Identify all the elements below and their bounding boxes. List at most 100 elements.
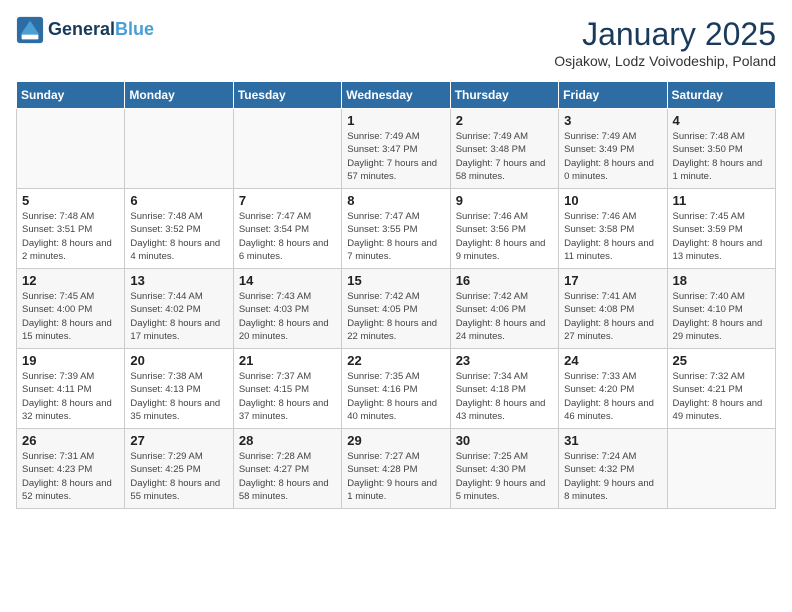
calendar-cell xyxy=(125,109,233,189)
day-info: Sunrise: 7:41 AM Sunset: 4:08 PM Dayligh… xyxy=(564,290,661,343)
day-number: 9 xyxy=(456,193,553,208)
calendar-cell: 1 Sunrise: 7:49 AM Sunset: 3:47 PM Daylig… xyxy=(342,109,450,189)
day-number: 10 xyxy=(564,193,661,208)
day-info: Sunrise: 7:49 AM Sunset: 3:49 PM Dayligh… xyxy=(564,130,661,183)
calendar-subtitle: Osjakow, Lodz Voivodeship, Poland xyxy=(554,53,776,69)
calendar-cell: 7Sunrise: 7:47 AM Sunset: 3:54 PM Daylig… xyxy=(233,189,341,269)
day-number: 17 xyxy=(564,273,661,288)
calendar-cell: 3 Sunrise: 7:49 AM Sunset: 3:49 PM Daylig… xyxy=(559,109,667,189)
calendar-cell: 16 Sunrise: 7:42 AM Sunset: 4:06 PM Dayli… xyxy=(450,269,558,349)
day-info: Sunrise: 7:25 AM Sunset: 4:30 PM Dayligh… xyxy=(456,450,553,503)
day-number: 13 xyxy=(130,273,227,288)
calendar-table: SundayMondayTuesdayWednesdayThursdayFrid… xyxy=(16,81,776,509)
day-number: 4 xyxy=(673,113,770,128)
day-number: 1 xyxy=(347,113,444,128)
day-info: Sunrise: 7:27 AM Sunset: 4:28 PM Dayligh… xyxy=(347,450,444,503)
day-number: 11 xyxy=(673,193,770,208)
calendar-cell: 20 Sunrise: 7:38 AM Sunset: 4:13 PM Dayli… xyxy=(125,349,233,429)
calendar-cell: 10 Sunrise: 7:46 AM Sunset: 3:58 PM Dayli… xyxy=(559,189,667,269)
day-number: 15 xyxy=(347,273,444,288)
day-number: 2 xyxy=(456,113,553,128)
day-info: Sunrise: 7:42 AM Sunset: 4:06 PM Dayligh… xyxy=(456,290,553,343)
day-info: Sunrise: 7:33 AM Sunset: 4:20 PM Dayligh… xyxy=(564,370,661,423)
day-number: 24 xyxy=(564,353,661,368)
day-number: 28 xyxy=(239,433,336,448)
day-number: 22 xyxy=(347,353,444,368)
calendar-cell: 9 Sunrise: 7:46 AM Sunset: 3:56 PM Daylig… xyxy=(450,189,558,269)
day-number: 8 xyxy=(347,193,444,208)
page-header: GeneralBlue January 2025 Osjakow, Lodz V… xyxy=(16,16,776,69)
calendar-cell: 28 Sunrise: 7:28 AM Sunset: 4:27 PM Dayli… xyxy=(233,429,341,509)
calendar-cell: 2Sunrise: 7:49 AM Sunset: 3:48 PM Daylig… xyxy=(450,109,558,189)
day-number: 31 xyxy=(564,433,661,448)
day-number: 27 xyxy=(130,433,227,448)
weekday-header: Saturday xyxy=(667,82,775,109)
calendar-cell: 8 Sunrise: 7:47 AM Sunset: 3:55 PM Daylig… xyxy=(342,189,450,269)
day-number: 14 xyxy=(239,273,336,288)
calendar-cell: 30Sunrise: 7:25 AM Sunset: 4:30 PM Dayli… xyxy=(450,429,558,509)
day-info: Sunrise: 7:42 AM Sunset: 4:05 PM Dayligh… xyxy=(347,290,444,343)
day-info: Sunrise: 7:45 AM Sunset: 3:59 PM Dayligh… xyxy=(673,210,770,263)
calendar-cell: 29 Sunrise: 7:27 AM Sunset: 4:28 PM Dayli… xyxy=(342,429,450,509)
day-number: 5 xyxy=(22,193,119,208)
day-info: Sunrise: 7:32 AM Sunset: 4:21 PM Dayligh… xyxy=(673,370,770,423)
day-number: 20 xyxy=(130,353,227,368)
calendar-cell xyxy=(667,429,775,509)
day-number: 19 xyxy=(22,353,119,368)
logo: GeneralBlue xyxy=(16,16,154,44)
weekday-header: Tuesday xyxy=(233,82,341,109)
day-number: 21 xyxy=(239,353,336,368)
day-info: Sunrise: 7:40 AM Sunset: 4:10 PM Dayligh… xyxy=(673,290,770,343)
calendar-title: January 2025 xyxy=(554,16,776,53)
day-info: Sunrise: 7:38 AM Sunset: 4:13 PM Dayligh… xyxy=(130,370,227,423)
day-number: 29 xyxy=(347,433,444,448)
calendar-cell: 18Sunrise: 7:40 AM Sunset: 4:10 PM Dayli… xyxy=(667,269,775,349)
title-area: January 2025 Osjakow, Lodz Voivodeship, … xyxy=(554,16,776,69)
day-info: Sunrise: 7:28 AM Sunset: 4:27 PM Dayligh… xyxy=(239,450,336,503)
calendar-cell: 6Sunrise: 7:48 AM Sunset: 3:52 PM Daylig… xyxy=(125,189,233,269)
day-number: 3 xyxy=(564,113,661,128)
day-info: Sunrise: 7:48 AM Sunset: 3:51 PM Dayligh… xyxy=(22,210,119,263)
weekday-header: Wednesday xyxy=(342,82,450,109)
weekday-header: Friday xyxy=(559,82,667,109)
calendar-cell: 5 Sunrise: 7:48 AM Sunset: 3:51 PM Daylig… xyxy=(17,189,125,269)
calendar-cell: 12 Sunrise: 7:45 AM Sunset: 4:00 PM Dayli… xyxy=(17,269,125,349)
calendar-cell: 24 Sunrise: 7:33 AM Sunset: 4:20 PM Dayli… xyxy=(559,349,667,429)
day-info: Sunrise: 7:48 AM Sunset: 3:52 PM Dayligh… xyxy=(130,210,227,263)
weekday-header: Sunday xyxy=(17,82,125,109)
day-info: Sunrise: 7:37 AM Sunset: 4:15 PM Dayligh… xyxy=(239,370,336,423)
calendar-cell: 11 Sunrise: 7:45 AM Sunset: 3:59 PM Dayli… xyxy=(667,189,775,269)
day-number: 7 xyxy=(239,193,336,208)
day-info: Sunrise: 7:48 AM Sunset: 3:50 PM Dayligh… xyxy=(673,130,770,183)
calendar-cell: 4 Sunrise: 7:48 AM Sunset: 3:50 PM Daylig… xyxy=(667,109,775,189)
calendar-cell: 17 Sunrise: 7:41 AM Sunset: 4:08 PM Dayli… xyxy=(559,269,667,349)
day-number: 16 xyxy=(456,273,553,288)
day-info: Sunrise: 7:39 AM Sunset: 4:11 PM Dayligh… xyxy=(22,370,119,423)
calendar-cell: 31 Sunrise: 7:24 AM Sunset: 4:32 PM Dayli… xyxy=(559,429,667,509)
day-number: 12 xyxy=(22,273,119,288)
day-info: Sunrise: 7:43 AM Sunset: 4:03 PM Dayligh… xyxy=(239,290,336,343)
day-info: Sunrise: 7:29 AM Sunset: 4:25 PM Dayligh… xyxy=(130,450,227,503)
day-info: Sunrise: 7:47 AM Sunset: 3:55 PM Dayligh… xyxy=(347,210,444,263)
calendar-cell: 25Sunrise: 7:32 AM Sunset: 4:21 PM Dayli… xyxy=(667,349,775,429)
calendar-cell: 14 Sunrise: 7:43 AM Sunset: 4:03 PM Dayli… xyxy=(233,269,341,349)
calendar-cell xyxy=(233,109,341,189)
day-number: 23 xyxy=(456,353,553,368)
logo-icon xyxy=(16,16,44,44)
calendar-cell: 13 Sunrise: 7:44 AM Sunset: 4:02 PM Dayli… xyxy=(125,269,233,349)
day-info: Sunrise: 7:34 AM Sunset: 4:18 PM Dayligh… xyxy=(456,370,553,423)
day-info: Sunrise: 7:46 AM Sunset: 3:58 PM Dayligh… xyxy=(564,210,661,263)
day-number: 26 xyxy=(22,433,119,448)
day-info: Sunrise: 7:45 AM Sunset: 4:00 PM Dayligh… xyxy=(22,290,119,343)
day-info: Sunrise: 7:49 AM Sunset: 3:47 PM Dayligh… xyxy=(347,130,444,183)
calendar-cell: 22Sunrise: 7:35 AM Sunset: 4:16 PM Dayli… xyxy=(342,349,450,429)
day-info: Sunrise: 7:46 AM Sunset: 3:56 PM Dayligh… xyxy=(456,210,553,263)
calendar-cell: 26 Sunrise: 7:31 AM Sunset: 4:23 PM Dayli… xyxy=(17,429,125,509)
day-info: Sunrise: 7:31 AM Sunset: 4:23 PM Dayligh… xyxy=(22,450,119,503)
day-info: Sunrise: 7:24 AM Sunset: 4:32 PM Dayligh… xyxy=(564,450,661,503)
calendar-cell: 27 Sunrise: 7:29 AM Sunset: 4:25 PM Dayli… xyxy=(125,429,233,509)
day-info: Sunrise: 7:44 AM Sunset: 4:02 PM Dayligh… xyxy=(130,290,227,343)
weekday-header: Monday xyxy=(125,82,233,109)
calendar-cell xyxy=(17,109,125,189)
calendar-cell: 23 Sunrise: 7:34 AM Sunset: 4:18 PM Dayli… xyxy=(450,349,558,429)
